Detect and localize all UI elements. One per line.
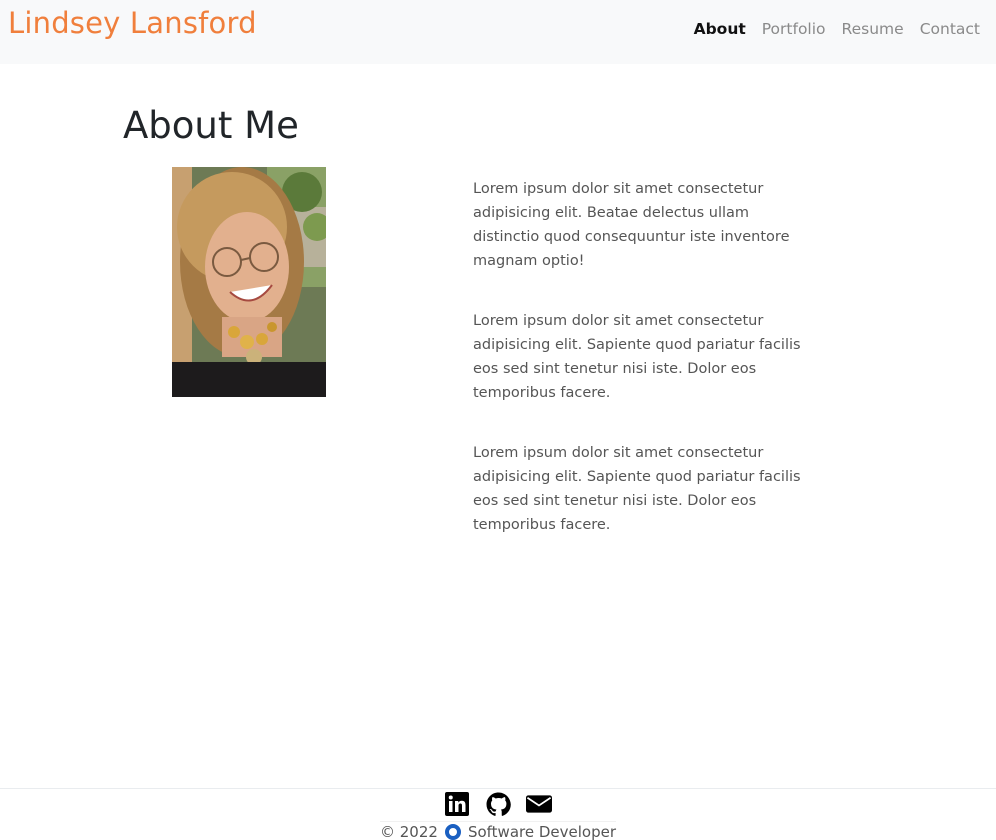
copyright-text: © 2022 [380, 823, 438, 840]
nav-item-portfolio: Portfolio [762, 19, 826, 38]
email-link[interactable] [526, 791, 552, 817]
nav-link-contact[interactable]: Contact [920, 20, 980, 38]
bio-paragraph-1: Lorem ipsum dolor sit amet consectetur a… [473, 181, 790, 269]
nav-link-about[interactable]: About [694, 20, 746, 38]
profile-photo [172, 167, 326, 397]
linkedin-link[interactable] [444, 791, 470, 817]
navbar: Lindsey Lansford About Portfolio Resume … [0, 0, 996, 64]
page-title: About Me [123, 104, 299, 147]
github-link[interactable] [485, 791, 511, 817]
bio-paragraph-3: Lorem ipsum dolor sit amet consectetur a… [473, 445, 801, 533]
nav-link-resume[interactable]: Resume [842, 20, 904, 38]
bio-paragraph-2: Lorem ipsum dolor sit amet consectetur a… [473, 313, 801, 401]
footer: © 2022 Software Developer [0, 788, 996, 840]
github-icon [486, 792, 511, 816]
nav-item-resume: Resume [842, 19, 904, 38]
envelope-icon [526, 795, 552, 813]
nav-menu: About Portfolio Resume Contact [694, 19, 980, 38]
linkedin-icon [445, 792, 469, 816]
dot-icon [444, 824, 461, 840]
nav-link-portfolio[interactable]: Portfolio [762, 20, 826, 38]
bio-section: Lorem ipsum dolor sit amet consectetur a… [473, 177, 818, 573]
nav-item-contact: Contact [920, 19, 980, 38]
copyright: © 2022 Software Developer [380, 821, 616, 840]
brand-link[interactable]: Lindsey Lansford [8, 6, 257, 40]
social-links [444, 791, 552, 817]
nav-item-about: About [694, 19, 746, 38]
tagline: Software Developer [467, 823, 616, 840]
